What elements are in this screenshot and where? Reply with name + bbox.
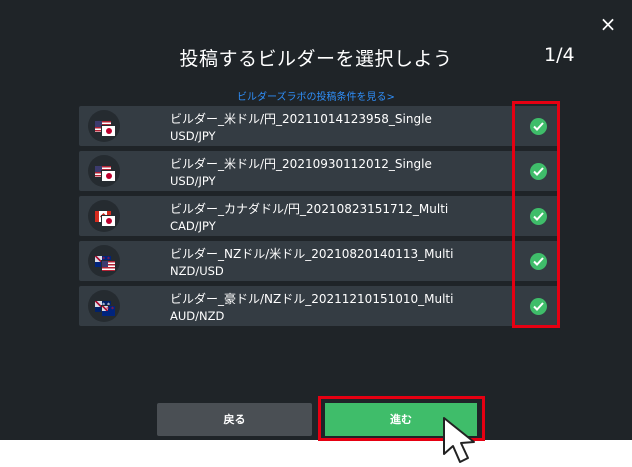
step-indicator: 1/4: [544, 44, 575, 66]
currency-pair: AUD/NZD: [170, 309, 225, 323]
mouse-pointer-icon: [443, 417, 475, 463]
builder-name: ビルダー_豪ドル/NZドル_20211210151010_Multi: [170, 292, 454, 306]
currency-pair-flag-icon: [88, 200, 120, 232]
currency-pair: CAD/JPY: [170, 219, 216, 233]
checkmarks-highlight-box: [512, 101, 560, 328]
currency-pair-flag-icon: [88, 290, 120, 322]
currency-pair-flag-icon: [88, 155, 120, 187]
select-builder-dialog: × 投稿するビルダーを選択しよう 1/4 ビルダーズラボの投稿条件を見る> ビル…: [0, 0, 632, 441]
builder-row[interactable]: ビルダー_NZドル/米ドル_20210820140113_Multi NZD/U…: [79, 241, 559, 281]
builder-name: ビルダー_米ドル/円_20211014123958_Single: [170, 112, 432, 126]
builder-row[interactable]: ビルダー_米ドル/円_20210930112012_Single USD/JPY: [79, 151, 559, 191]
currency-pair-flag-icon: [88, 110, 120, 142]
builder-name: ビルダー_カナダドル/円_20210823151712_Multi: [170, 202, 449, 216]
builder-row[interactable]: ビルダー_米ドル/円_20211014123958_Single USD/JPY: [79, 106, 559, 146]
builder-name: ビルダー_米ドル/円_20210930112012_Single: [170, 157, 432, 171]
currency-pair: USD/JPY: [170, 174, 216, 188]
builder-row[interactable]: ビルダー_豪ドル/NZドル_20211210151010_Multi AUD/N…: [79, 286, 559, 326]
currency-pair: NZD/USD: [170, 264, 224, 278]
close-icon[interactable]: ×: [596, 12, 620, 36]
back-button[interactable]: 戻る: [157, 403, 312, 436]
builder-list: ビルダー_米ドル/円_20211014123958_Single USD/JPY…: [79, 106, 559, 331]
builder-name: ビルダー_NZドル/米ドル_20210820140113_Multi: [170, 247, 454, 261]
dialog-title: 投稿するビルダーを選択しよう: [179, 48, 453, 70]
currency-pair: USD/JPY: [170, 129, 216, 143]
builder-row[interactable]: ビルダー_カナダドル/円_20210823151712_Multi CAD/JP…: [79, 196, 559, 236]
currency-pair-flag-icon: [88, 245, 120, 277]
